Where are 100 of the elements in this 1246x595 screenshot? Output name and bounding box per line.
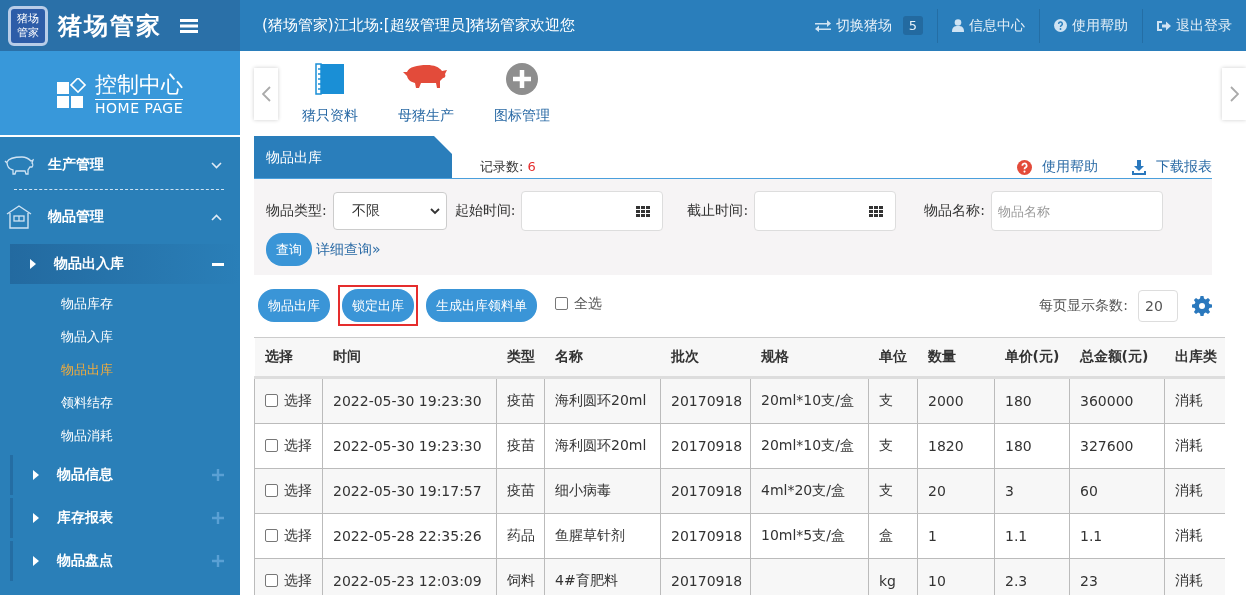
table-cell: 4ml*20支/盒	[761, 481, 845, 498]
download-link[interactable]: 下载报表	[1132, 158, 1212, 179]
table-cell: 20ml*10支/盒	[761, 436, 854, 453]
header-link[interactable]: 退出登录	[1142, 8, 1246, 43]
date-field[interactable]	[521, 191, 664, 232]
settings-icon[interactable]	[1192, 295, 1212, 316]
chevron-right-icon	[1229, 85, 1239, 102]
pig-icon	[403, 62, 449, 89]
help-icon	[1054, 19, 1067, 32]
logo-badge: 猪场管家	[8, 5, 48, 46]
submenu-item[interactable]: 库存报表	[57, 509, 194, 527]
exchange-icon	[814, 19, 831, 32]
table-cell: 海利圆环20ml	[555, 391, 647, 408]
download-icon	[1132, 159, 1146, 175]
previous-button[interactable]	[254, 67, 278, 120]
column-header: 名称	[544, 337, 661, 378]
column-header: 批次	[660, 337, 751, 378]
page-size-field[interactable]: 20	[1138, 289, 1178, 322]
table-cell: 327600	[1080, 437, 1134, 454]
table-cell: 消耗	[1175, 436, 1203, 453]
table-cell: 支	[879, 391, 893, 408]
table-cell: 2022-05-23 12:03:09	[333, 572, 482, 589]
table-cell: 20170918	[671, 527, 743, 544]
home-title[interactable]: 控制中心	[95, 70, 183, 100]
table-cell: 360000	[1080, 392, 1134, 409]
menu-link[interactable]: 物品出库	[0, 353, 240, 386]
plus-circle-icon	[506, 62, 538, 95]
menu-group[interactable]: 物品管理	[0, 193, 240, 241]
table-cell: 支	[879, 481, 893, 498]
page-size-label: 每页显示条数:	[1039, 296, 1128, 315]
column-header: 单价(元)	[994, 337, 1070, 378]
type-select[interactable]: 不限	[332, 192, 447, 231]
app-name: 猪场管家	[58, 9, 162, 42]
header-link[interactable]: 切换猪场 5	[800, 8, 937, 43]
help-link[interactable]: 使用帮助	[1017, 158, 1098, 179]
table-cell: 20170918	[671, 482, 743, 499]
plus-icon[interactable]	[212, 469, 224, 481]
action-button[interactable]: 物品出库	[258, 289, 330, 323]
action-button[interactable]: 生成出库领料单	[426, 289, 537, 323]
table-cell: 180	[1005, 437, 1032, 454]
table-cell: 药品	[507, 526, 535, 543]
header-link[interactable]: 使用帮助	[1039, 8, 1142, 43]
menu-link[interactable]: 物品库存	[0, 287, 240, 320]
advanced-query-link[interactable]: 详细查询»	[316, 240, 381, 259]
table-cell: 饲料	[507, 571, 535, 588]
menu-icon[interactable]	[180, 17, 198, 34]
table-cell: 疫苗	[507, 391, 535, 408]
plus-icon[interactable]	[212, 555, 224, 567]
calendar-icon	[869, 205, 884, 217]
shortcut-link[interactable]: 图标管理	[494, 62, 550, 125]
caret-icon	[33, 470, 39, 480]
table-cell: 1	[928, 527, 937, 544]
menu-group[interactable]: 生产管理	[0, 141, 240, 189]
query-button[interactable]: 查询	[266, 233, 312, 267]
menu-link[interactable]: 物品入库	[0, 320, 240, 353]
calendar-icon	[636, 205, 651, 217]
table-cell: 鱼腥草针剂	[555, 526, 625, 543]
table-cell: 疫苗	[507, 436, 535, 453]
date-field[interactable]	[754, 191, 897, 232]
table-cell: 20	[928, 482, 946, 499]
name-field[interactable]: 物品名称	[990, 191, 1163, 232]
table-cell: 2022-05-30 19:17:57	[333, 482, 482, 499]
notebook-icon	[314, 62, 346, 95]
panel-title: 物品出库	[254, 136, 452, 179]
table-cell: 消耗	[1175, 571, 1203, 588]
table-cell: 20170918	[671, 392, 743, 409]
minus-icon[interactable]	[212, 262, 224, 266]
column-header: 规格	[750, 337, 869, 378]
shortcut-link[interactable]: 猪只资料	[302, 62, 358, 125]
table-cell: 20ml*10支/盒	[761, 391, 854, 408]
menu-link[interactable]: 物品消耗	[0, 419, 240, 452]
column-header: 总金额(元)	[1069, 337, 1165, 378]
next-button[interactable]	[1222, 67, 1246, 120]
record-count: 记录数: 6	[480, 158, 536, 177]
column-header: 类型	[496, 337, 545, 378]
filter-label: 物品类型:	[266, 202, 327, 221]
home-subtitle: HOME PAGE	[95, 99, 183, 116]
caret-icon	[30, 259, 36, 269]
submenu-item[interactable]: 物品盘点	[57, 552, 194, 570]
pig-icon	[4, 155, 34, 175]
dashboard-icon	[57, 78, 89, 108]
menu-link[interactable]: 领料结存	[0, 386, 240, 419]
column-header: 选择	[254, 337, 323, 378]
table-cell: 2022-05-28 22:35:26	[333, 527, 482, 544]
plus-icon[interactable]	[212, 512, 224, 524]
header-link[interactable]: 信息中心	[937, 8, 1039, 43]
table-cell: 2.3	[1005, 572, 1028, 589]
table-cell: 3	[1005, 482, 1014, 499]
column-header: 单位	[868, 337, 918, 378]
table-cell: 海利圆环20ml	[555, 436, 647, 453]
table-cell: 2000	[928, 392, 964, 409]
submenu-item[interactable]: 物品信息	[57, 466, 194, 484]
logout-icon	[1157, 19, 1171, 32]
help-icon	[1017, 159, 1032, 175]
select-all-checkbox[interactable]: 全选	[555, 294, 602, 313]
chevron-left-icon	[261, 85, 271, 102]
shortcut-link[interactable]: 母猪生产	[398, 62, 454, 125]
action-button[interactable]: 锁定出库	[342, 289, 414, 323]
table-cell: 10ml*5支/盒	[761, 526, 845, 543]
table-cell: 消耗	[1175, 391, 1203, 408]
